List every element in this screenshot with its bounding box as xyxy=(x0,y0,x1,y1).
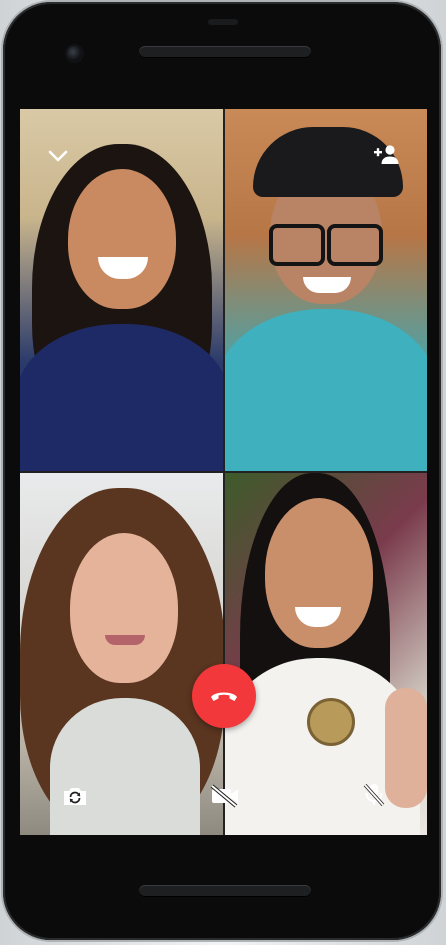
phone-frame xyxy=(3,2,441,940)
minimize-call-button[interactable] xyxy=(44,145,72,167)
participant-video-tile xyxy=(225,473,427,835)
chevron-down-icon xyxy=(48,150,68,162)
toggle-video-button[interactable] xyxy=(208,782,242,810)
front-camera xyxy=(67,46,82,61)
end-call-button[interactable] xyxy=(192,664,256,728)
video-call-screen xyxy=(20,109,427,835)
mic-off-icon xyxy=(363,783,385,807)
switch-camera-button[interactable] xyxy=(60,782,90,810)
earpiece xyxy=(208,19,238,25)
add-participant-button[interactable] xyxy=(370,141,402,167)
toggle-mute-button[interactable] xyxy=(360,780,388,810)
top-speaker-grille xyxy=(139,46,311,58)
end-call-icon xyxy=(211,692,237,701)
participant-video-tile xyxy=(20,473,223,835)
switch-camera-icon xyxy=(64,788,86,805)
video-off-icon xyxy=(210,784,238,808)
bottom-speaker-grille xyxy=(139,885,311,897)
add-participant-icon xyxy=(374,145,399,164)
